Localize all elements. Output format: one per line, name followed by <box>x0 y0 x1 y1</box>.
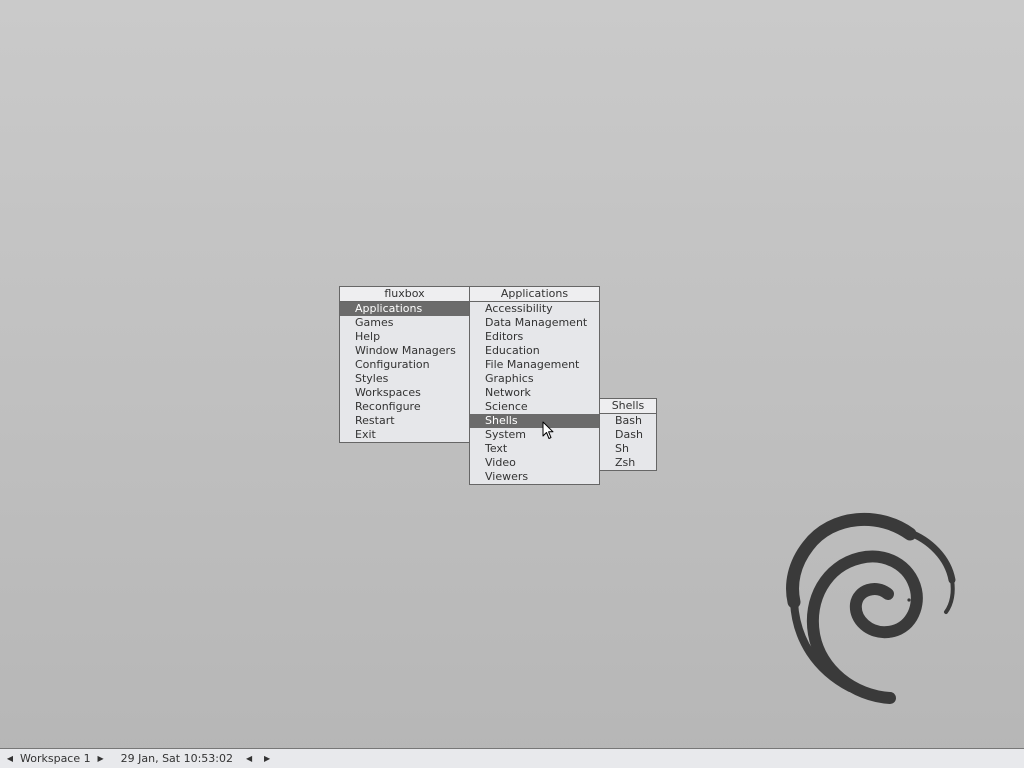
menu-item-styles[interactable]: Styles <box>340 372 469 386</box>
menu-item-shells[interactable]: Shells <box>470 414 599 428</box>
menu-item-text[interactable]: Text <box>470 442 599 456</box>
menu-item-zsh[interactable]: Zsh <box>600 456 656 470</box>
root-menu-title: fluxbox <box>340 287 469 302</box>
shells-submenu: Shells Bash Dash Sh Zsh <box>599 398 657 471</box>
menu-item-help[interactable]: Help <box>340 330 469 344</box>
menu-item-education[interactable]: Education <box>470 344 599 358</box>
workspace-name[interactable]: Workspace 1 <box>20 752 91 765</box>
menu-item-science[interactable]: Science <box>470 400 599 414</box>
menu-item-network[interactable]: Network <box>470 386 599 400</box>
menu-item-viewers[interactable]: Viewers <box>470 470 599 484</box>
mouse-cursor-icon <box>542 421 554 439</box>
toolbar: ◀ Workspace 1 ▶ 29 Jan, Sat 10:53:02 ◀ ▶ <box>0 748 1024 768</box>
menu-item-restart[interactable]: Restart <box>340 414 469 428</box>
menu-item-window-managers[interactable]: Window Managers <box>340 344 469 358</box>
menu-item-bash[interactable]: Bash <box>600 414 656 428</box>
applications-submenu: Applications Accessibility Data Manageme… <box>469 286 600 485</box>
menu-item-system[interactable]: System <box>470 428 599 442</box>
debian-logo-icon <box>786 512 956 704</box>
next-window-icon[interactable]: ▶ <box>261 754 273 763</box>
menu-item-configuration[interactable]: Configuration <box>340 358 469 372</box>
menu-item-graphics[interactable]: Graphics <box>470 372 599 386</box>
menu-item-sh[interactable]: Sh <box>600 442 656 456</box>
menu-item-workspaces[interactable]: Workspaces <box>340 386 469 400</box>
menu-item-accessibility[interactable]: Accessibility <box>470 302 599 316</box>
previous-window-icon[interactable]: ◀ <box>243 754 255 763</box>
root-menu: fluxbox Applications Games Help Window M… <box>339 286 470 443</box>
menu-item-video[interactable]: Video <box>470 456 599 470</box>
menu-item-applications[interactable]: Applications <box>340 302 469 316</box>
menu-item-exit[interactable]: Exit <box>340 428 469 442</box>
menu-item-dash[interactable]: Dash <box>600 428 656 442</box>
applications-submenu-title: Applications <box>470 287 599 302</box>
shells-submenu-title: Shells <box>600 399 656 414</box>
previous-workspace-icon[interactable]: ◀ <box>4 754 16 763</box>
menu-item-editors[interactable]: Editors <box>470 330 599 344</box>
clock: 29 Jan, Sat 10:53:02 <box>120 752 234 765</box>
next-workspace-icon[interactable]: ▶ <box>95 754 107 763</box>
menu-item-file-management[interactable]: File Management <box>470 358 599 372</box>
menu-item-games[interactable]: Games <box>340 316 469 330</box>
menu-item-data-management[interactable]: Data Management <box>470 316 599 330</box>
menu-item-reconfigure[interactable]: Reconfigure <box>340 400 469 414</box>
